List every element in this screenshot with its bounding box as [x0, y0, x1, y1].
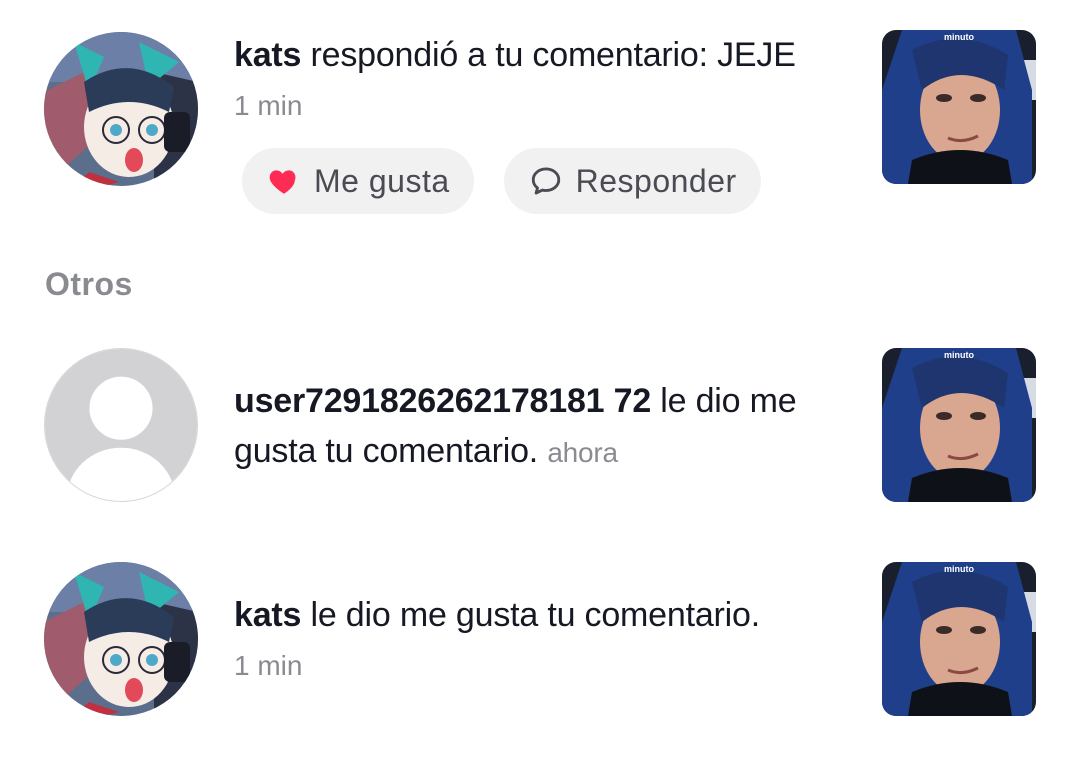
- username[interactable]: kats: [234, 596, 301, 634]
- thumbnail-image: [882, 562, 1036, 716]
- notification-text: kats respondió a tu comentario: JEJE: [234, 30, 854, 80]
- thumbnail-label: minuto: [944, 564, 974, 574]
- thumbnail-image: [882, 348, 1036, 502]
- thumbnail-image: [882, 30, 1036, 184]
- heart-icon: [266, 163, 302, 199]
- notification-message: respondió a tu comentario: JEJE: [301, 36, 796, 74]
- reply-label: Responder: [575, 162, 737, 199]
- reply-button[interactable]: Responder: [503, 148, 761, 214]
- anime-avatar-image: [44, 562, 198, 716]
- username[interactable]: user7291826262178181 72: [234, 382, 651, 420]
- notification-text: user7291826262178181 72 le dio me gusta …: [234, 376, 854, 478]
- speech-bubble-icon: [528, 163, 564, 199]
- timestamp: 1 min: [234, 650, 303, 681]
- notification-text: kats le dio me gusta tu comentario.: [234, 590, 854, 640]
- thumbnail-label: minuto: [944, 350, 974, 360]
- video-thumbnail[interactable]: minuto: [882, 30, 1036, 184]
- section-title: Otros: [45, 266, 133, 302]
- video-thumbnail[interactable]: minuto: [882, 348, 1036, 502]
- video-thumbnail[interactable]: minuto: [882, 562, 1036, 716]
- username[interactable]: kats: [234, 36, 301, 74]
- default-user-avatar[interactable]: [44, 348, 198, 502]
- anime-avatar-image: [44, 32, 198, 186]
- timestamp: ahora: [547, 437, 618, 468]
- like-button[interactable]: Me gusta: [242, 148, 474, 214]
- user-avatar[interactable]: [44, 562, 198, 716]
- timestamp: 1 min: [234, 90, 303, 121]
- default-avatar-icon: [45, 349, 197, 501]
- notification-message: le dio me gusta tu comentario.: [301, 596, 760, 634]
- notification-actions: Me gusta Responder: [242, 148, 761, 214]
- user-avatar[interactable]: [44, 32, 198, 186]
- thumbnail-label: minuto: [944, 32, 974, 42]
- like-label: Me gusta: [314, 162, 450, 199]
